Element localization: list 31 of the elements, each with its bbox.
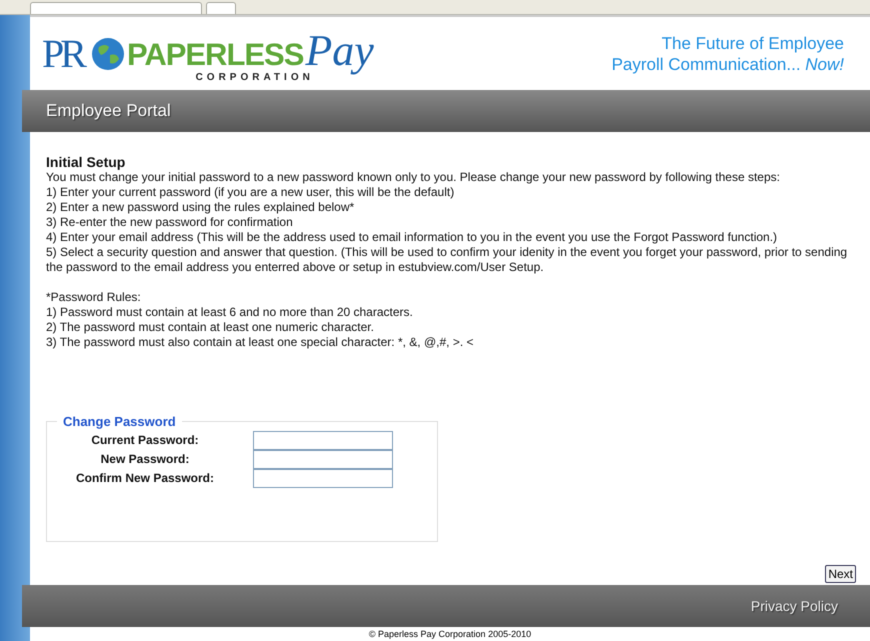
field-label: Confirm New Password: — [74, 470, 216, 487]
browser-tab[interactable] — [30, 2, 202, 14]
portal-title: Employee Portal — [46, 101, 171, 121]
instruction-text: 4) Enter your email address (This will be the address used to email information to you in the event you use the Forgot Password function.) — [46, 230, 778, 245]
field-label: New Password: — [100, 451, 190, 468]
rules-heading: *Password Rules: — [46, 290, 142, 305]
new-tab-button[interactable] — [206, 2, 236, 14]
logo-script: Pay — [305, 24, 374, 74]
logo-subtitle: CORPORATION — [196, 72, 314, 82]
instruction-text: 5) Select a security question and answer that question. (This will be used to confirm your idenity in the event you forget your password, prior to sending the password to the email address you enterred above or setup in estubview.com/User Setup. — [46, 245, 848, 275]
logo-name: PAPERLESS — [126, 38, 304, 70]
rule-text: 1) Password must contain at least 6 and no more than 20 characters. — [46, 305, 414, 320]
privacy-policy-link[interactable]: Privacy Policy — [750, 598, 838, 614]
tagline: Payroll Communication... Now! — [612, 54, 844, 74]
instruction-text: 2) Enter a new password using the rules explained below* — [46, 200, 356, 215]
rule-text: 2) The password must contain at least one numeric character. — [46, 320, 375, 335]
instruction-text: 3) Re-enter the new password for confirmation — [46, 215, 294, 230]
password-field[interactable] — [253, 469, 393, 488]
next-button[interactable]: Next — [825, 565, 856, 583]
section-heading: Initial Setup — [46, 154, 126, 170]
instruction-text: You must change your initial password to a new password known only to you. Please change your new password by following these steps: — [46, 170, 781, 185]
password-field[interactable] — [253, 431, 393, 450]
panel-legend: Change Password — [57, 414, 182, 429]
instruction-text: 1) Enter your current password (if you are a new user, this will be the default) — [46, 185, 456, 200]
globe-icon — [90, 36, 125, 70]
copyright-text: © Paperless Pay Corporation 2005-2010 — [368, 628, 532, 641]
tagline: The Future of Employee — [660, 32, 844, 54]
password-field[interactable] — [253, 450, 393, 469]
field-label: Current Password: — [90, 432, 200, 449]
logo-mark: PR — [42, 30, 85, 77]
rule-text: 3) The password must also contain at least one special character: *, &, @,#, >. < — [46, 335, 475, 350]
